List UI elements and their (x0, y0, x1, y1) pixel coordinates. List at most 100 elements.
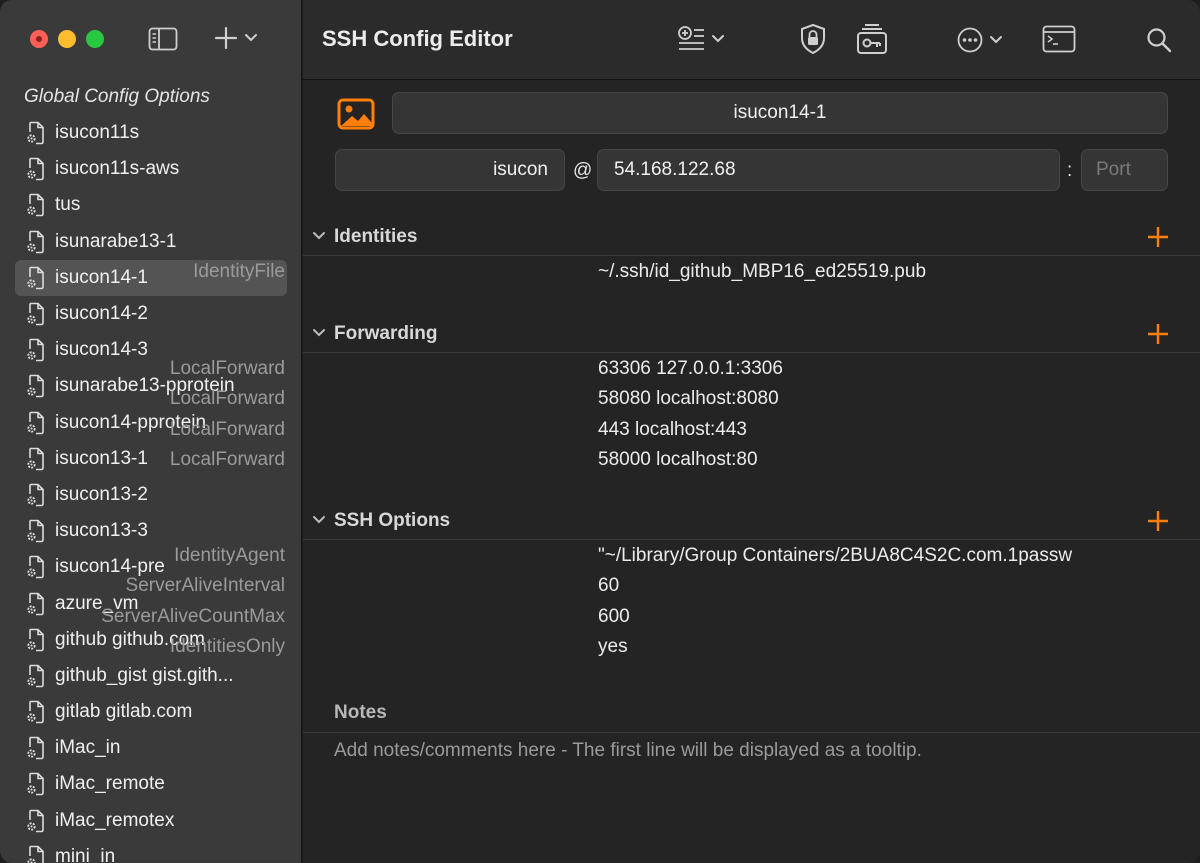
more-actions-menu-button[interactable] (957, 27, 1003, 53)
host-list-item-label: isucon14-2 (55, 303, 148, 325)
host-list-item[interactable]: isucon11s (15, 115, 287, 151)
forwarding-row[interactable]: LocalForward 443 localhost:443 (170, 415, 1200, 445)
window-title: SSH Config Editor (322, 26, 513, 51)
traffic-lights (30, 30, 104, 48)
option-key: LocalForward (169, 448, 285, 470)
zoom-window-button[interactable] (86, 30, 104, 48)
option-value[interactable]: 60 (598, 575, 619, 597)
doc-gear-icon (27, 809, 44, 832)
minimize-window-button[interactable] (58, 30, 76, 48)
keychain-icon[interactable] (856, 23, 888, 55)
option-key: ServerAliveInterval (125, 575, 285, 597)
close-window-button[interactable] (30, 30, 48, 48)
identity-row[interactable]: IdentityFile ~/.ssh/id_github_MBP16_ed255… (193, 257, 1200, 287)
doc-gear-icon (27, 664, 44, 688)
host-list-item[interactable]: iMac_remote (15, 766, 287, 802)
host-list-item-label: github_gist gist.gith... (55, 664, 234, 686)
doc-gear-icon (27, 519, 44, 543)
host-list-item[interactable]: isucon13-3 (15, 513, 287, 549)
option-key: IdentitiesOnly (169, 635, 285, 657)
host-name-field[interactable]: isucon14-1 (392, 92, 1168, 134)
identities-section-header[interactable]: Identities (303, 221, 1200, 256)
host-list: isucon11s isucon11s-aws tus isunarabe13-1 is… (15, 115, 287, 863)
host-list-item-label: isucon11s (55, 122, 140, 144)
host-list-item-label: isucon13-3 (55, 520, 148, 542)
ssh-option-row[interactable]: ServerAliveInterval 60 (126, 571, 1200, 601)
forwarding-title: Forwarding (334, 323, 438, 344)
chevron-down-icon (990, 36, 1002, 44)
host-list-item[interactable]: isucon13-2 (15, 477, 287, 513)
host-list-item[interactable]: mini_in (15, 839, 287, 863)
notes-textarea[interactable]: Add notes/comments here - The first line… (334, 740, 922, 762)
host-list-item[interactable]: isucon14-2 (15, 296, 287, 332)
host-list-item[interactable]: gitlab gitlab.com (15, 694, 287, 730)
host-list-item-label: gitlab gitlab.com (55, 701, 193, 723)
host-list-item-label: iMac_remotex (55, 809, 175, 831)
doc-gear-icon (27, 845, 44, 863)
doc-gear-icon (27, 121, 44, 145)
add-host-menu-button[interactable] (214, 26, 258, 50)
host-list-item[interactable]: github_gist gist.gith... (15, 658, 287, 694)
user-field[interactable]: isucon (335, 149, 565, 191)
colon-separator: : (1067, 160, 1073, 181)
host-list-item-label: isunarabe13-1 (55, 230, 177, 252)
option-value[interactable]: 58000 localhost:80 (598, 449, 758, 471)
ssh-option-row[interactable]: ServerAliveCountMax 600 (101, 602, 1200, 632)
terminal-icon[interactable] (1042, 25, 1076, 53)
ssh-options-section-header[interactable]: SSH Options (303, 505, 1200, 540)
option-value[interactable]: 443 localhost:443 (598, 419, 747, 441)
host-detail-pane: isucon14-1 isucon @ 54.168.122.68 : Port… (101, 80, 1200, 863)
doc-gear-icon (27, 700, 44, 724)
ellipsis-circle-icon (957, 27, 983, 53)
option-key: LocalForward (169, 418, 285, 440)
image-icon[interactable] (337, 98, 375, 130)
add-ssh-option-plus-icon[interactable] (1146, 509, 1170, 533)
identities-title: Identities (334, 226, 418, 247)
magnifier-icon[interactable] (1146, 27, 1172, 53)
host-list-item[interactable]: isunarabe13-1 (15, 224, 287, 260)
hostname-field[interactable]: 54.168.122.68 (597, 149, 1060, 191)
host-list-item-label: iMac_in (55, 737, 121, 759)
option-value[interactable]: 58080 localhost:8080 (598, 388, 779, 410)
option-value[interactable]: 600 (598, 606, 630, 628)
option-value[interactable]: 63306 127.0.0.1:3306 (598, 358, 783, 380)
host-list-item-label: mini_in (55, 845, 116, 863)
add-identity-plus-icon[interactable] (1146, 225, 1170, 249)
host-list-item-label: isucon11s-aws (55, 158, 180, 180)
doc-gear-icon (27, 302, 44, 326)
chevron-down-icon[interactable] (312, 231, 326, 241)
doc-gear-icon (27, 230, 44, 253)
chevron-down-icon[interactable] (312, 515, 326, 525)
shield-lock-icon[interactable] (799, 23, 827, 55)
host-list-item[interactable]: tus (15, 187, 287, 223)
forwarding-row[interactable]: LocalForward 58080 localhost:8080 (170, 384, 1200, 414)
add-entry-icon (678, 26, 704, 50)
option-value[interactable]: ~/.ssh/id_github_MBP16_ed25519.pub (598, 261, 926, 283)
app-window: Global Config Options isucon11s isucon11s… (0, 0, 1200, 863)
ssh-option-row[interactable]: IdentityAgent "~/Library/Group Containers… (174, 541, 1200, 571)
option-key: IdentityAgent (174, 545, 285, 566)
forwarding-row[interactable]: LocalForward 63306 127.0.0.1:3306 (170, 354, 1200, 384)
host-list-item[interactable]: iMac_remotex (15, 803, 287, 839)
global-config-options-item[interactable]: Global Config Options (24, 86, 210, 108)
chevron-down-icon (712, 35, 724, 43)
add-forwarding-plus-icon[interactable] (1146, 322, 1170, 346)
option-value[interactable]: yes (598, 636, 628, 658)
option-key: LocalForward (169, 358, 285, 379)
host-list-item[interactable]: iMac_in (15, 730, 287, 766)
host-list-item-label: tus (55, 194, 81, 216)
option-value[interactable]: "~/Library/Group Containers/2BUA8C4S2C.c… (598, 545, 1072, 567)
sidebar-icon[interactable] (148, 27, 178, 51)
doc-gear-icon (27, 773, 44, 796)
add-entry-menu-button[interactable] (677, 26, 725, 52)
doc-gear-icon (27, 736, 44, 760)
forwarding-row[interactable]: LocalForward 58000 localhost:80 (170, 445, 1200, 475)
ssh-option-row[interactable]: IdentitiesOnly yes (170, 632, 1200, 662)
forwarding-section-header[interactable]: Forwarding (303, 318, 1200, 353)
toolbar: SSH Config Editor (303, 0, 1200, 80)
host-list-item[interactable]: isucon11s-aws (15, 151, 287, 187)
chevron-down-icon[interactable] (312, 328, 326, 338)
port-field[interactable]: Port (1081, 149, 1168, 191)
option-key: IdentityFile (193, 261, 285, 282)
plus-icon (214, 26, 238, 50)
